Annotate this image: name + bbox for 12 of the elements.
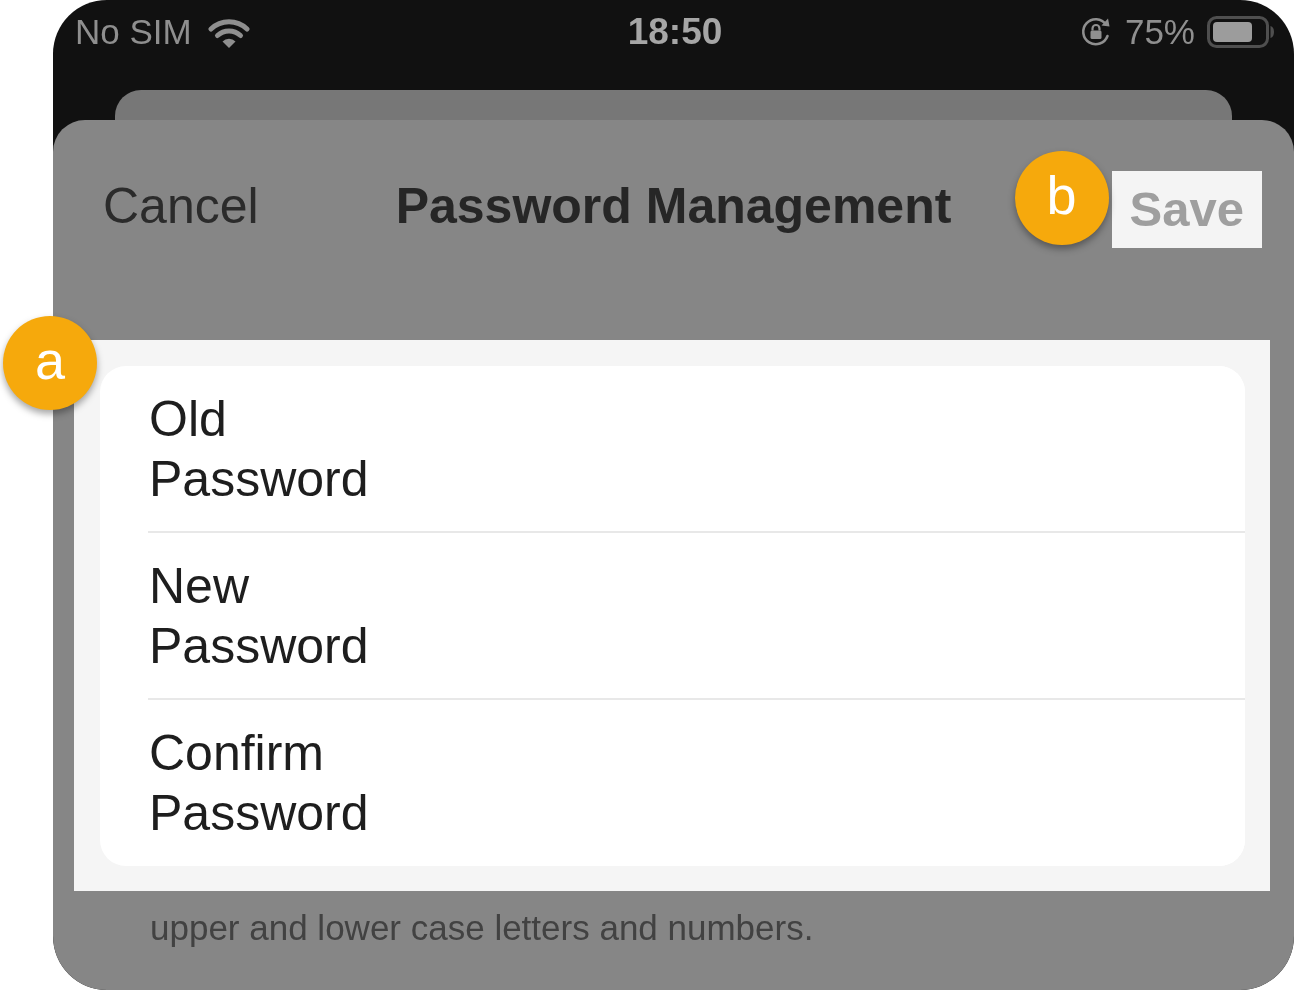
- carrier-label: No SIM: [75, 12, 192, 52]
- callout-badge: b: [1014, 151, 1109, 245]
- field-label: New Password: [149, 556, 370, 676]
- clock-time: 18:50: [627, 12, 723, 52]
- hint-text: upper and lower case letters and numbers.: [150, 907, 815, 949]
- cancel-button[interactable]: Cancel: [103, 175, 259, 236]
- battery-icon: [1207, 16, 1275, 48]
- field-label: Confirm Password: [149, 724, 370, 843]
- field-label: Old Password: [149, 389, 370, 509]
- battery-percent: 75%: [1124, 12, 1195, 52]
- callout-badge: a: [3, 316, 97, 410]
- screen-title: Password Management: [395, 176, 952, 236]
